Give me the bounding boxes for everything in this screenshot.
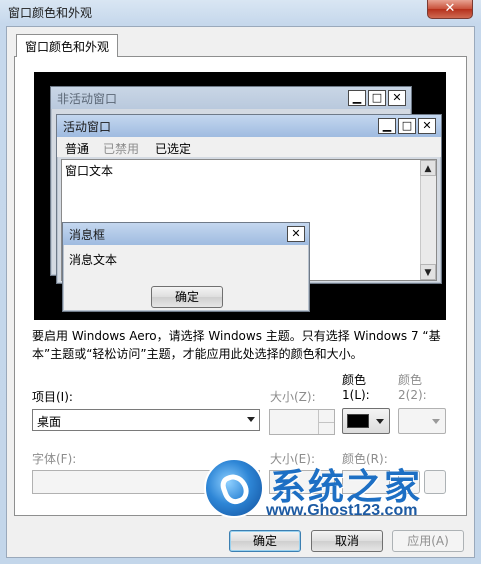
spinner-up-icon [318,410,334,422]
message-box-text: 消息文本 [69,253,118,267]
close-icon: ✕ [388,90,406,106]
spinner-down-icon [318,422,334,434]
color1-label-top: 颜色 [342,373,367,387]
scroll-down-icon: ▼ [420,264,436,280]
font-italic-button [424,470,446,494]
item-select-value: 桌面 [37,415,62,429]
window-title: 窗口颜色和外观 [8,6,93,20]
menu-item-selected: 已选定 [155,142,192,156]
menu-item-normal: 普通 [65,142,90,156]
message-box-titlebar: 消息框 [63,223,309,245]
preview-message-box: 消息框 ✕ 消息文本 确定 [62,222,310,312]
preview-menu-bar: 普通 已禁用 已选定 [57,137,441,157]
close-icon: ✕ [444,1,456,16]
window-text: 窗口文本 [65,164,114,178]
color1-label-bottom: 1(L): [342,388,370,402]
appearance-preview: 非活动窗口 ▁ □ ✕ 活动窗口 ▁ □ ✕ 普通 已禁用 已选定 窗口文本 ▲… [34,72,446,320]
ok-button[interactable]: 确定 [229,530,301,552]
tab-window-color-appearance[interactable]: 窗口颜色和外观 [16,34,119,57]
scroll-up-icon: ▲ [420,160,436,176]
color2-picker [398,408,446,434]
minimize-icon: ▁ [378,118,396,134]
maximize-icon: □ [368,90,386,106]
item-size-label: 大小(Z): [270,390,316,404]
active-window-title: 活动窗口 [63,120,112,134]
window-close-button[interactable]: ✕ [427,0,473,19]
menu-item-disabled: 已禁用 [103,142,140,156]
cancel-button[interactable]: 取消 [311,530,383,552]
watermark-url: www.Ghost123.com [266,502,418,519]
message-box-title: 消息框 [69,228,106,242]
color1-picker[interactable] [342,408,390,434]
font-label: 字体(F): [32,452,77,466]
close-icon: ✕ [418,118,436,134]
chevron-down-icon [432,419,440,424]
aero-description: 要启用 Windows Aero，请选择 Windows 主题。只有选择 Win… [32,327,457,363]
item-label: 项目(I): [32,390,73,404]
color2-label-bottom: 2(2): [398,388,427,402]
chevron-down-icon [247,417,255,422]
aero-description-line2: 本”主题或“轻松访问”主题，才能应用此处选择的颜色和大小。 [32,347,363,361]
color2-label-top: 颜色 [398,373,423,387]
message-box-ok-button: 确定 [151,286,223,308]
color1-swatch [347,414,369,428]
item-select[interactable]: 桌面 [32,409,260,431]
aero-description-line1: 要启用 Windows Aero，请选择 Windows 主题。只有选择 Win… [32,329,441,343]
apply-button: 应用(A) [392,530,464,552]
maximize-icon: □ [398,118,416,134]
chevron-down-icon [376,419,384,424]
watermark-logo-icon [204,458,264,518]
item-size-spinner [269,409,335,435]
close-icon: ✕ [287,226,305,242]
inactive-window-title: 非活动窗口 [57,92,118,106]
preview-scrollbar: ▲ ▼ [420,160,436,280]
minimize-icon: ▁ [348,90,366,106]
